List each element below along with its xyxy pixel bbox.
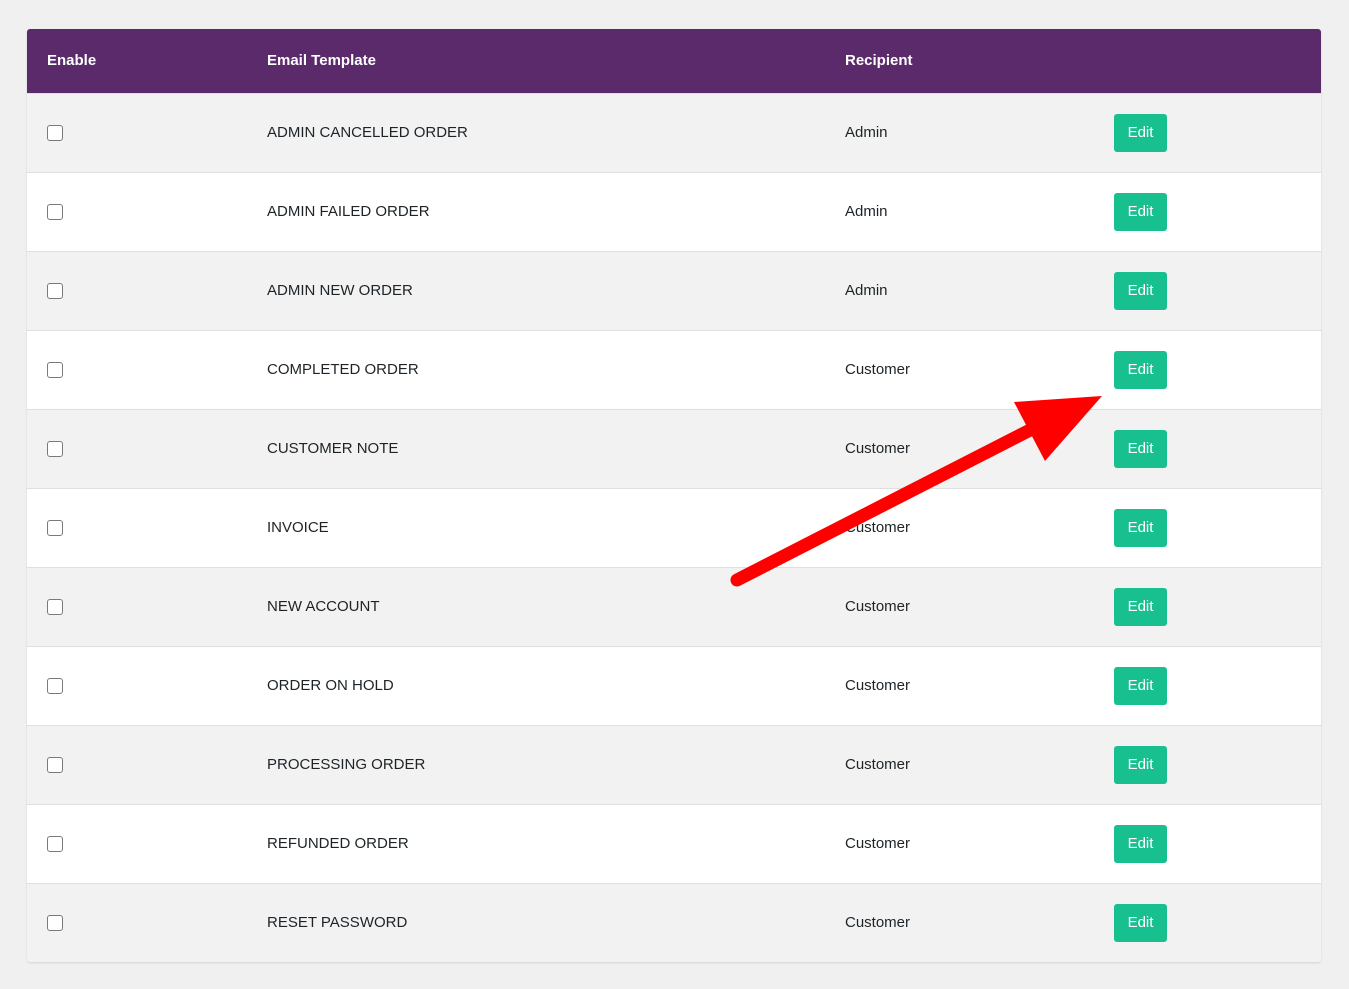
- recipient: Admin: [845, 124, 888, 141]
- table-row: ADMIN CANCELLED ORDER Admin Edit: [27, 93, 1321, 172]
- email-templates-table: Enable Email Template Recipient ADMIN CA…: [27, 29, 1321, 962]
- table-row: NEW ACCOUNT Customer Edit: [27, 567, 1321, 646]
- enable-checkbox[interactable]: [47, 204, 63, 221]
- recipient: Customer: [845, 598, 911, 615]
- recipient: Customer: [845, 677, 911, 694]
- table-row: ORDER ON HOLD Customer Edit: [27, 646, 1321, 725]
- action-cell: Edit: [1114, 172, 1321, 251]
- table-row: RESET PASSWORD Customer Edit: [27, 883, 1321, 962]
- template-name: RESET PASSWORD: [267, 914, 408, 932]
- header-row: Enable Email Template Recipient: [27, 29, 1321, 93]
- edit-button[interactable]: Edit: [1114, 429, 1167, 468]
- enable-cell: [27, 725, 267, 804]
- action-cell: Edit: [1114, 804, 1321, 883]
- action-cell: Edit: [1114, 725, 1321, 804]
- enable-checkbox[interactable]: [47, 757, 63, 774]
- table-row: REFUNDED ORDER Customer Edit: [27, 804, 1321, 883]
- table-row: COMPLETED ORDER Customer Edit: [27, 330, 1321, 409]
- enable-checkbox[interactable]: [47, 678, 63, 695]
- header-email-template: Email Template: [267, 52, 376, 70]
- enable-checkbox[interactable]: [47, 520, 63, 537]
- template-name: ADMIN FAILED ORDER: [267, 203, 430, 220]
- enable-cell: [27, 488, 267, 567]
- action-cell: Edit: [1114, 93, 1321, 172]
- action-cell: Edit: [1114, 646, 1321, 725]
- recipient: Customer: [845, 519, 911, 536]
- recipient: Customer: [845, 361, 911, 378]
- enable-checkbox[interactable]: [47, 283, 63, 300]
- template-name: COMPLETED ORDER: [267, 361, 419, 378]
- edit-button[interactable]: Edit: [1114, 508, 1167, 547]
- table-row: ADMIN NEW ORDER Admin Edit: [27, 251, 1321, 330]
- edit-button[interactable]: Edit: [1114, 824, 1167, 863]
- enable-cell: [27, 804, 267, 883]
- edit-button[interactable]: Edit: [1114, 271, 1167, 310]
- action-cell: Edit: [1114, 488, 1321, 567]
- template-name: INVOICE: [267, 519, 329, 536]
- enable-checkbox[interactable]: [47, 362, 63, 379]
- edit-button[interactable]: Edit: [1114, 666, 1167, 705]
- recipient: Admin: [845, 282, 888, 299]
- template-name: REFUNDED ORDER: [267, 835, 409, 852]
- header-enable: Enable: [47, 52, 97, 70]
- template-name: PROCESSING ORDER: [267, 756, 426, 773]
- table-header: Enable Email Template Recipient: [27, 29, 1321, 93]
- action-cell: Edit: [1114, 251, 1321, 330]
- recipient: Customer: [845, 914, 911, 932]
- action-cell: Edit: [1114, 567, 1321, 646]
- recipient: Customer: [845, 756, 911, 773]
- table-row: INVOICE Customer Edit: [27, 488, 1321, 567]
- enable-checkbox[interactable]: [47, 599, 63, 616]
- recipient: Admin: [845, 203, 888, 220]
- recipient: Customer: [845, 440, 911, 457]
- templates-table: Enable Email Template Recipient ADMIN CA…: [27, 29, 1321, 962]
- enable-cell: [27, 567, 267, 646]
- enable-cell: [27, 93, 267, 172]
- edit-button[interactable]: Edit: [1114, 350, 1167, 389]
- template-name: ADMIN NEW ORDER: [267, 282, 413, 299]
- enable-cell: [27, 883, 267, 962]
- enable-cell: [27, 172, 267, 251]
- header-recipient: Recipient: [845, 52, 913, 70]
- template-name: NEW ACCOUNT: [267, 598, 380, 615]
- enable-checkbox[interactable]: [47, 441, 63, 458]
- enable-checkbox[interactable]: [47, 125, 63, 142]
- enable-cell: [27, 646, 267, 725]
- enable-cell: [27, 251, 267, 330]
- template-name: ORDER ON HOLD: [267, 677, 394, 694]
- header-action: [1114, 29, 1321, 93]
- enable-checkbox[interactable]: [47, 836, 63, 853]
- action-cell: Edit: [1114, 330, 1321, 409]
- edit-button[interactable]: Edit: [1114, 113, 1167, 152]
- enable-cell: [27, 330, 267, 409]
- table-row: ADMIN FAILED ORDER Admin Edit: [27, 172, 1321, 251]
- enable-checkbox[interactable]: [47, 915, 63, 932]
- template-name: ADMIN CANCELLED ORDER: [267, 124, 468, 141]
- edit-button[interactable]: Edit: [1114, 192, 1167, 231]
- edit-button[interactable]: Edit: [1114, 903, 1167, 942]
- action-cell: Edit: [1114, 883, 1321, 962]
- action-cell: Edit: [1114, 409, 1321, 488]
- table-row: PROCESSING ORDER Customer Edit: [27, 725, 1321, 804]
- template-name: CUSTOMER NOTE: [267, 440, 399, 457]
- recipient: Customer: [845, 835, 911, 852]
- table-body: ADMIN CANCELLED ORDER Admin Edit ADMIN F…: [27, 93, 1321, 962]
- table-row: CUSTOMER NOTE Customer Edit: [27, 409, 1321, 488]
- page: Enable Email Template Recipient ADMIN CA…: [0, 0, 1349, 989]
- edit-button[interactable]: Edit: [1114, 745, 1167, 784]
- enable-cell: [27, 409, 267, 488]
- edit-button[interactable]: Edit: [1114, 587, 1167, 626]
